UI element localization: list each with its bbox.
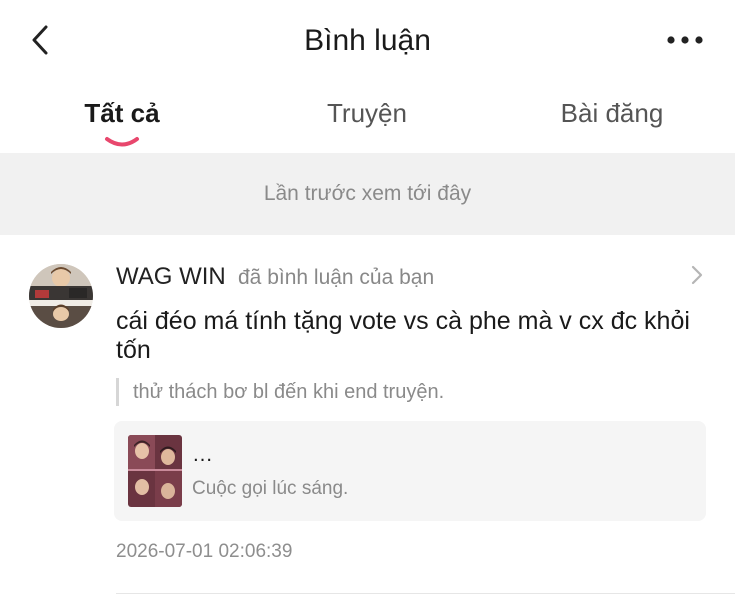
comment-text: cái đéo má tính tặng vote vs cà phe mà v… — [116, 307, 690, 364]
comment-action-text: đã bình luận của bạn — [238, 266, 435, 289]
avatar-image — [29, 264, 93, 328]
story-chapter: Cuộc gọi lúc sáng. — [192, 478, 349, 499]
more-options-button[interactable] — [660, 22, 710, 58]
divider — [116, 593, 735, 594]
tab-posts[interactable]: Bài đăng — [548, 98, 676, 129]
story-card[interactable]: … Cuộc gọi lúc sáng. — [114, 421, 706, 521]
tab-bar: Tất cả Truyện Bài đăng — [0, 90, 735, 152]
quoted-comment: thử thách bơ bl đến khi end truyện. — [116, 378, 444, 406]
last-seen-label: Lần trước xem tới đây — [263, 182, 472, 205]
story-title: … — [192, 443, 213, 466]
top-bar: Bình luận — [0, 0, 735, 84]
comment-item: WAG WIN đã bình luận của bạn cái đéo má … — [0, 235, 735, 600]
tab-stories[interactable]: Truyện — [316, 98, 418, 129]
story-cover-image — [128, 435, 182, 507]
avatar[interactable] — [29, 264, 93, 328]
story-cover — [128, 435, 182, 507]
more-dots-icon — [667, 36, 703, 44]
chevron-right-icon[interactable] — [686, 263, 708, 287]
tab-all[interactable]: Tất cả — [72, 98, 172, 129]
page-title: Bình luận — [304, 24, 431, 57]
comment-timestamp: 2026-07-01 02:06:39 — [116, 541, 293, 562]
active-tab-indicator — [105, 137, 139, 147]
commenter-username[interactable]: WAG WIN — [116, 263, 226, 291]
last-seen-divider: Lần trước xem tới đây — [0, 153, 735, 235]
